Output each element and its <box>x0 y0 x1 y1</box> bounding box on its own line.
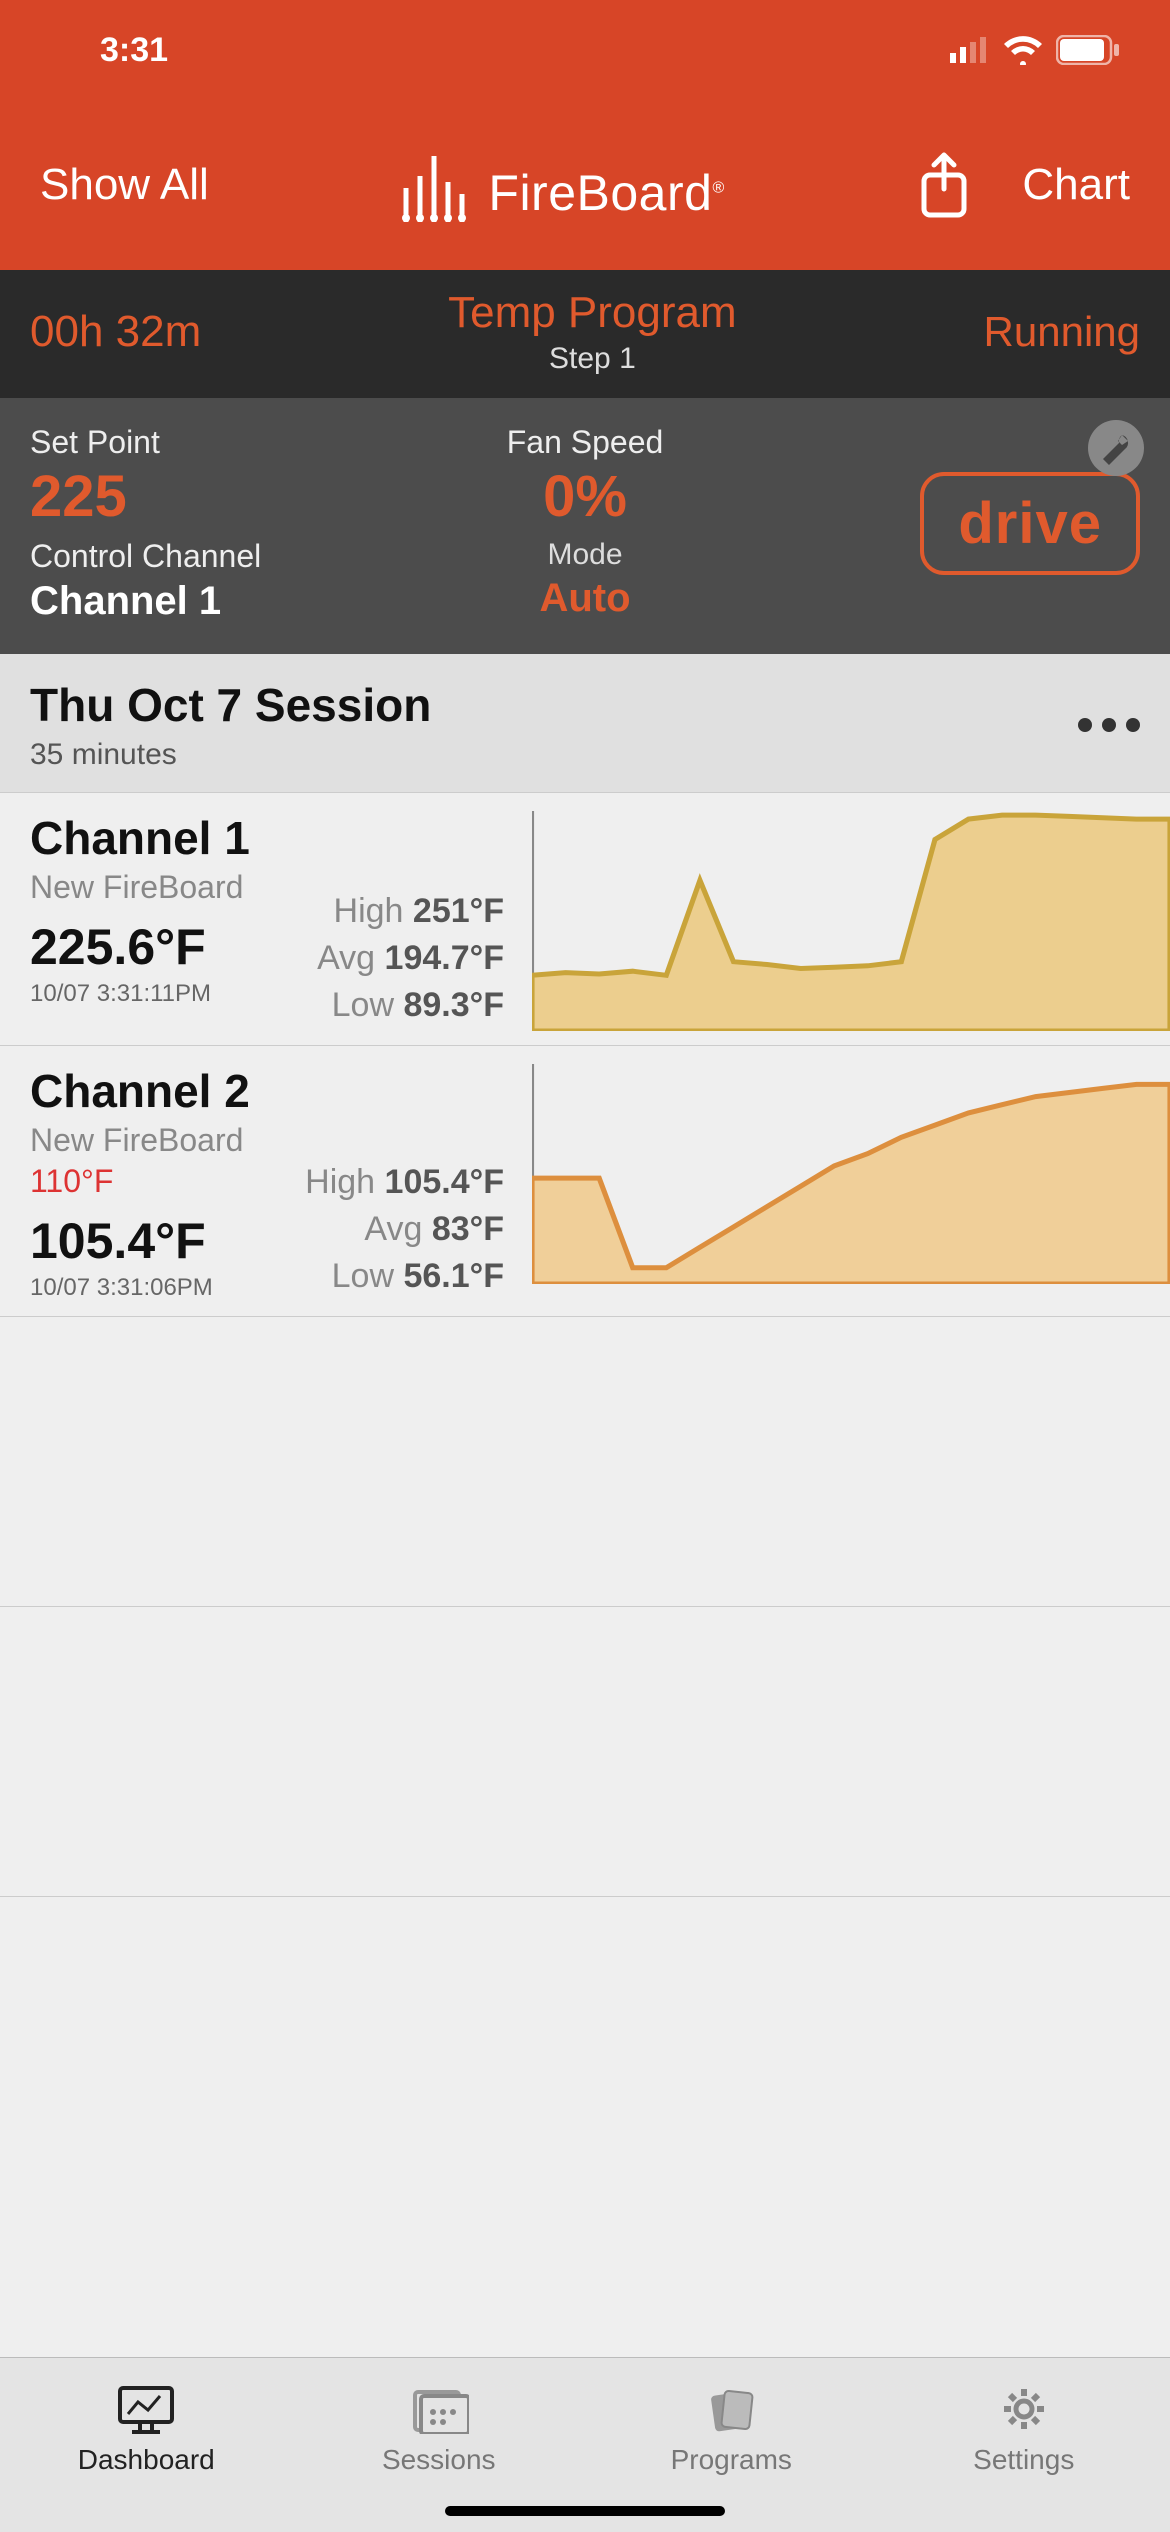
tab-label: Dashboard <box>78 2444 215 2476</box>
brand-text: FireBoard® <box>488 164 724 222</box>
drive-settings-button[interactable] <box>1088 420 1144 476</box>
share-icon[interactable] <box>916 151 972 219</box>
status-icons <box>950 35 1120 65</box>
channel-target: 110°F <box>30 1163 292 1200</box>
drive-panel[interactable]: Set Point 225 Control Channel Channel 1 … <box>0 398 1170 654</box>
drive-badge-col: drive <box>770 424 1140 624</box>
battery-icon <box>1056 35 1120 65</box>
mode-label: Mode <box>400 538 770 572</box>
fan-label: Fan Speed <box>400 424 770 461</box>
channel-left: Channel 1 New FireBoard 225.6°F 10/07 3:… <box>30 811 292 1031</box>
nav-header: Show All FireBoard® Chart <box>0 100 1170 270</box>
program-center: Temp Program Step 1 <box>448 288 737 376</box>
program-strip[interactable]: 00h 32m Temp Program Step 1 Running <box>0 270 1170 398</box>
show-all-button[interactable]: Show All <box>40 160 209 210</box>
channel-stats: High 251°F Avg 194.7°F Low 89.3°F <box>292 811 522 1031</box>
wifi-icon <box>1002 35 1044 65</box>
channel-timestamp: 10/07 3:31:06PM <box>30 1274 292 1302</box>
setpoint-label: Set Point <box>30 424 400 461</box>
channel-name: Channel 1 <box>30 811 292 865</box>
channel-sparkline <box>532 811 1170 1031</box>
control-channel-value: Channel 1 <box>30 579 400 624</box>
fan-value: 0% <box>400 467 770 528</box>
status-bar: 3:31 <box>0 0 1170 100</box>
home-indicator[interactable] <box>445 2506 725 2516</box>
tab-dashboard[interactable]: Dashboard <box>0 2358 293 2502</box>
channel-left: Channel 2 New FireBoard 110°F 105.4°F 10… <box>30 1064 292 1302</box>
dashboard-icon <box>116 2384 176 2434</box>
tab-label: Programs <box>671 2444 792 2476</box>
session-title: Thu Oct 7 Session <box>30 678 431 732</box>
channel-temp: 105.4°F <box>30 1212 292 1270</box>
calendar-icon <box>409 2384 469 2434</box>
wrench-icon <box>1099 431 1133 465</box>
session-duration: 35 minutes <box>30 738 431 772</box>
program-status: Running <box>984 308 1140 356</box>
channel-stats: High 105.4°F Avg 83°F Low 56.1°F <box>292 1064 522 1302</box>
empty-channel-slot <box>0 1607 1170 1897</box>
tab-label: Settings <box>973 2444 1074 2476</box>
channel-row[interactable]: Channel 1 New FireBoard 225.6°F 10/07 3:… <box>0 793 1170 1046</box>
channel-sparkline <box>532 1064 1170 1284</box>
programs-icon <box>701 2384 761 2434</box>
drive-badge: drive <box>920 472 1140 575</box>
program-elapsed: 00h 32m <box>30 307 201 357</box>
drive-fan-col: Fan Speed 0% Mode Auto <box>400 424 770 624</box>
program-title: Temp Program <box>448 288 737 338</box>
brand-logo: FireBoard® <box>400 148 724 222</box>
gear-icon <box>994 2384 1054 2434</box>
channel-device: New FireBoard <box>30 1122 292 1159</box>
channel-row[interactable]: Channel 2 New FireBoard 110°F 105.4°F 10… <box>0 1046 1170 1317</box>
drive-setpoint-col: Set Point 225 Control Channel Channel 1 <box>30 424 400 624</box>
cellular-icon <box>950 37 990 63</box>
logo-bars-icon <box>400 148 478 222</box>
control-channel-label: Control Channel <box>30 538 400 575</box>
session-more-button[interactable] <box>1078 718 1140 732</box>
status-time: 3:31 <box>100 31 168 70</box>
channel-device: New FireBoard <box>30 869 292 906</box>
channel-temp: 225.6°F <box>30 918 292 976</box>
tab-label: Sessions <box>382 2444 496 2476</box>
empty-channel-slot <box>0 1317 1170 1607</box>
tab-programs[interactable]: Programs <box>585 2358 878 2502</box>
program-step: Step 1 <box>448 342 737 376</box>
setpoint-value: 225 <box>30 467 400 528</box>
channel-timestamp: 10/07 3:31:11PM <box>30 980 292 1008</box>
chart-button[interactable]: Chart <box>1022 160 1130 210</box>
session-info: Thu Oct 7 Session 35 minutes <box>30 678 431 772</box>
channel-name: Channel 2 <box>30 1064 292 1118</box>
session-header[interactable]: Thu Oct 7 Session 35 minutes <box>0 654 1170 793</box>
tab-sessions[interactable]: Sessions <box>293 2358 586 2502</box>
tab-settings[interactable]: Settings <box>878 2358 1170 2502</box>
mode-value: Auto <box>400 576 770 621</box>
